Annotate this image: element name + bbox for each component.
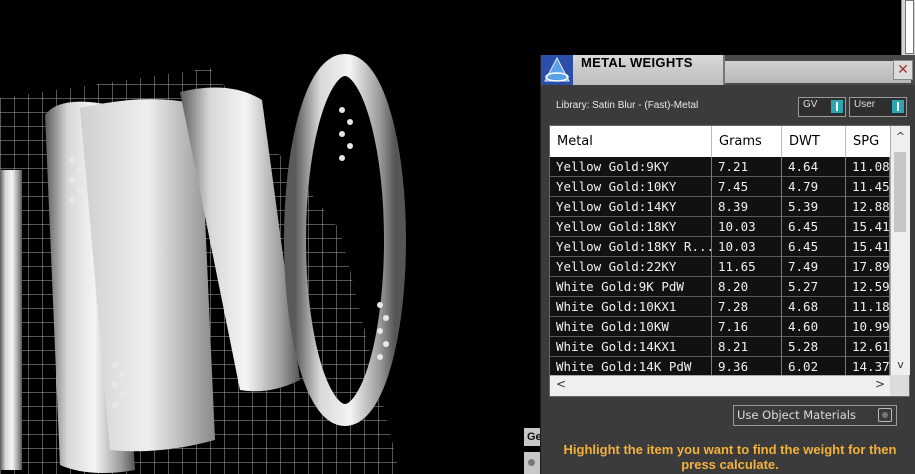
scroll-left-icon[interactable]: < (556, 377, 566, 391)
radio-icon[interactable] (878, 408, 892, 422)
spg-cell: 17.89 (846, 257, 890, 277)
grams-cell: 8.39 (712, 197, 782, 217)
table-row[interactable]: White Gold:14K PdW 9.36 6.02 14.37 (550, 357, 890, 375)
spg-cell: 15.41 (846, 237, 890, 257)
spg-cell: 11.45 (846, 177, 890, 197)
column-header-grams[interactable]: Grams (712, 126, 782, 157)
table-row[interactable]: Yellow Gold:14KY 8.39 5.39 12.88 (550, 197, 890, 217)
dwt-cell: 5.39 (782, 197, 846, 217)
title-tab: METAL WEIGHTS (573, 55, 725, 85)
grams-cell: 10.03 (712, 217, 782, 237)
table-body: Yellow Gold:9KY 7.21 4.64 11.08 Yellow Gold:… (550, 157, 890, 375)
table-row[interactable]: White Gold:10KW 7.16 4.60 10.99 (550, 317, 890, 337)
gv-toggle-label: GV (803, 99, 818, 110)
dwt-cell: 6.45 (782, 237, 846, 257)
grams-cell: 7.28 (712, 297, 782, 317)
table-row[interactable]: Yellow Gold:18KY R... 10.03 6.45 15.41 (550, 237, 890, 257)
grams-cell: 7.45 (712, 177, 782, 197)
column-header-dwt[interactable]: DWT (782, 126, 846, 157)
metal-weights-panel: METAL WEIGHTS ✕ Library: Satin Blur - (F… (540, 55, 915, 474)
table-row[interactable]: White Gold:9K PdW 8.20 5.27 12.59 (550, 277, 890, 297)
metal-cell: White Gold:14K PdW (550, 357, 712, 375)
grams-cell: 7.21 (712, 157, 782, 177)
library-label: Library: Satin Blur - (Fast)-Metal (556, 100, 699, 111)
instruction-text: Highlight the item you want to find the … (563, 442, 897, 472)
title-bar[interactable]: METAL WEIGHTS ✕ (541, 55, 915, 85)
spg-cell: 10.99 (846, 317, 890, 337)
table-row[interactable]: Yellow Gold:22KY 11.65 7.49 17.89 (550, 257, 890, 277)
user-toggle[interactable]: User (849, 97, 907, 117)
table-row[interactable]: White Gold:10KX1 7.28 4.68 11.18 (550, 297, 890, 317)
scroll-thumb[interactable] (894, 152, 906, 232)
background-tab[interactable]: Ge (524, 428, 540, 446)
column-header-spg[interactable]: SPG (846, 126, 890, 157)
spg-cell: 12.61 (846, 337, 890, 357)
metal-cell: Yellow Gold:10KY (550, 177, 712, 197)
dwt-cell: 5.28 (782, 337, 846, 357)
scrollbar-corner (890, 375, 909, 396)
dwt-cell: 4.79 (782, 177, 846, 197)
window-title: METAL WEIGHTS (581, 55, 693, 70)
dwt-cell: 4.64 (782, 157, 846, 177)
viewport-scrollbar-thumb[interactable] (905, 0, 914, 54)
metal-cell: Yellow Gold:14KY (550, 197, 712, 217)
close-button[interactable]: ✕ (893, 60, 913, 80)
spg-cell: 15.41 (846, 217, 890, 237)
dwt-cell: 6.45 (782, 217, 846, 237)
spg-cell: 11.18 (846, 297, 890, 317)
toggle-on-icon (831, 100, 843, 113)
metal-cell: Yellow Gold:9KY (550, 157, 712, 177)
ring-left-edge (0, 170, 22, 470)
table-row[interactable]: Yellow Gold:18KY 10.03 6.45 15.41 (550, 217, 890, 237)
grams-cell: 7.16 (712, 317, 782, 337)
grams-cell: 8.20 (712, 277, 782, 297)
table-header: Metal Grams DWT SPG (550, 126, 890, 157)
metal-table: Metal Grams DWT SPG Yellow Gold:9KY 7.21 4… (549, 125, 910, 397)
metal-cell: Yellow Gold:22KY (550, 257, 712, 277)
scroll-down-icon[interactable]: v (891, 358, 910, 374)
metal-cell: White Gold:9K PdW (550, 277, 712, 297)
spg-cell: 12.88 (846, 197, 890, 217)
metal-cell: White Gold:10KX1 (550, 297, 712, 317)
dwt-cell: 7.49 (782, 257, 846, 277)
spg-cell: 12.59 (846, 277, 890, 297)
use-object-materials-option[interactable]: Use Object Materials (733, 405, 897, 426)
grams-cell: 10.03 (712, 237, 782, 257)
table-row[interactable]: Yellow Gold:10KY 7.45 4.79 11.45 (550, 177, 890, 197)
grams-cell: 11.65 (712, 257, 782, 277)
gv-toggle[interactable]: GV (798, 97, 846, 117)
title-bar-fill (725, 61, 911, 83)
metal-cell: White Gold:14KX1 (550, 337, 712, 357)
table-horizontal-scrollbar[interactable]: < > (550, 375, 890, 396)
metal-cell: Yellow Gold:18KY R... (550, 237, 712, 257)
viewport-scrollbar[interactable] (901, 0, 915, 56)
table-row[interactable]: White Gold:14KX1 8.21 5.28 12.61 (550, 337, 890, 357)
scroll-right-icon[interactable]: > (875, 377, 885, 391)
metal-cell: Yellow Gold:18KY (550, 217, 712, 237)
metal-cell: White Gold:10KW (550, 317, 712, 337)
user-toggle-label: User (854, 99, 876, 110)
column-header-metal[interactable]: Metal (550, 126, 712, 157)
dwt-cell: 5.27 (782, 277, 846, 297)
dwt-cell: 4.60 (782, 317, 846, 337)
spg-cell: 14.37 (846, 357, 890, 375)
toggle-on-icon (892, 100, 904, 113)
scroll-up-icon[interactable]: ^ (891, 130, 910, 146)
use-object-materials-label: Use Object Materials (737, 408, 856, 422)
table-row[interactable]: Yellow Gold:9KY 7.21 4.64 11.08 (550, 157, 890, 177)
table-vertical-scrollbar[interactable]: ^ v (890, 126, 910, 375)
dwt-cell: 4.68 (782, 297, 846, 317)
grams-cell: 8.21 (712, 337, 782, 357)
spg-cell: 11.08 (846, 157, 890, 177)
grams-cell: 9.36 (712, 357, 782, 375)
background-tab-radio[interactable] (524, 452, 540, 474)
dwt-cell: 6.02 (782, 357, 846, 375)
app-icon (541, 55, 573, 85)
